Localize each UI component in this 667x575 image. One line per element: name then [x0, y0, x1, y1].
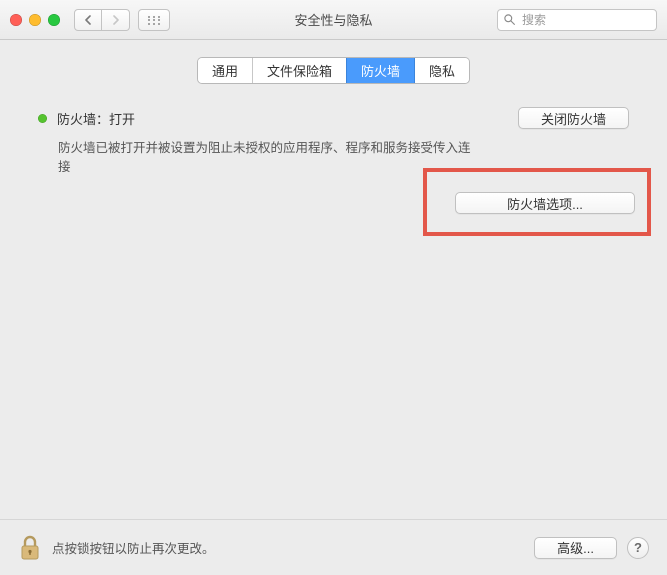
help-button[interactable]: ? [627, 537, 649, 559]
firewall-options-button[interactable]: 防火墙选项... [455, 192, 635, 214]
tab-privacy[interactable]: 隐私 [415, 58, 469, 83]
forward-button[interactable] [102, 9, 130, 31]
firewall-status-label: 防火墙：打开 [57, 109, 135, 128]
firewall-description: 防火墙已被打开并被设置为阻止未授权的应用程序、程序和服务接受传入连接 [20, 129, 500, 177]
footer-bar: 点按锁按钮以防止再次更改。 高级... ? [0, 519, 667, 575]
close-window-button[interactable] [10, 14, 22, 26]
tab-general[interactable]: 通用 [198, 58, 253, 83]
main-panel: 通用 文件保险箱 防火墙 隐私 防火墙：打开 关闭防火墙 防火墙已被打开并被设置… [0, 40, 667, 519]
search-input[interactable] [497, 9, 657, 31]
window-controls [10, 14, 60, 26]
nav-back-forward [74, 9, 130, 31]
zoom-window-button[interactable] [48, 14, 60, 26]
chevron-left-icon [84, 15, 92, 25]
window-titlebar: 安全性与隐私 [0, 0, 667, 40]
advanced-button[interactable]: 高级... [534, 537, 617, 559]
lock-icon[interactable] [18, 534, 42, 562]
status-indicator-on-icon [38, 114, 47, 123]
lock-description: 点按锁按钮以防止再次更改。 [52, 538, 215, 557]
minimize-window-button[interactable] [29, 14, 41, 26]
show-all-button[interactable] [138, 9, 170, 31]
disable-firewall-button[interactable]: 关闭防火墙 [518, 107, 629, 129]
firewall-status-row: 防火墙：打开 关闭防火墙 [20, 101, 647, 129]
back-button[interactable] [74, 9, 102, 31]
tab-firewall[interactable]: 防火墙 [347, 58, 415, 83]
chevron-right-icon [112, 15, 120, 25]
tab-bar: 通用 文件保险箱 防火墙 隐私 [20, 58, 647, 83]
grid-icon [147, 15, 161, 25]
tab-filevault[interactable]: 文件保险箱 [253, 58, 347, 83]
search-field-wrap [497, 9, 657, 31]
